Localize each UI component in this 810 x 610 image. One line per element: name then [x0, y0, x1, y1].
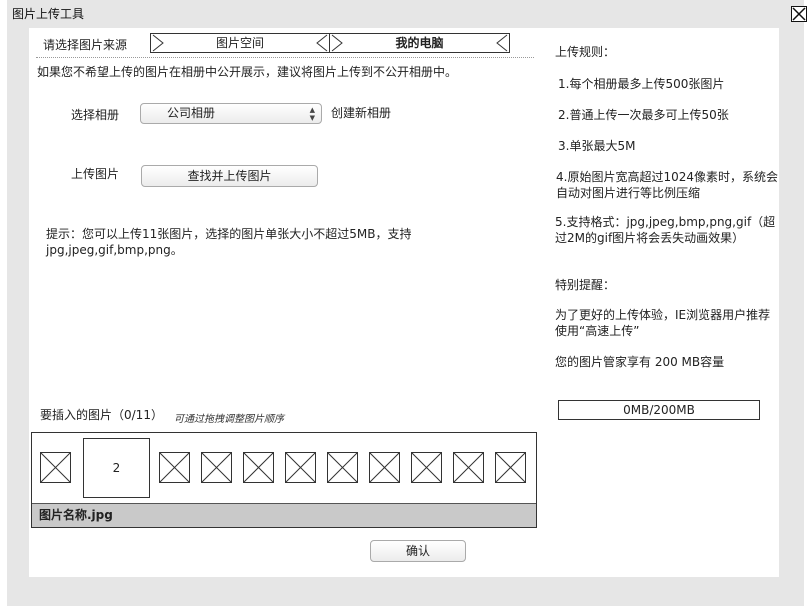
find-upload-button[interactable]: 查找并上传图片 [141, 165, 318, 187]
image-name-bar: 图片名称.jpg [32, 503, 536, 527]
capacity-text: 您的图片管家享有 200 MB容量 [555, 355, 725, 369]
thumbnail-slot[interactable] [495, 452, 526, 483]
thumbnail-slot[interactable] [201, 452, 232, 483]
thumbnail-slot[interactable] [369, 452, 400, 483]
special-reminder-title: 特别提醒： [555, 278, 616, 292]
thumbnail-slot[interactable] [40, 452, 71, 483]
confirm-button[interactable]: 确认 [370, 540, 466, 562]
image-placeholder-icon [370, 453, 399, 482]
image-placeholder-icon [286, 453, 315, 482]
thumbnail-slot[interactable] [327, 452, 358, 483]
create-album-link[interactable]: 创建新相册 [331, 104, 391, 121]
insert-sub-hint: 可通过拖拽调整图片顺序 [174, 414, 284, 425]
tab-image-space[interactable]: 图片空间 [150, 33, 330, 53]
thumbnail-slot[interactable] [411, 452, 442, 483]
image-placeholder-icon [202, 453, 231, 482]
thumbnail-slot[interactable] [285, 452, 316, 483]
upload-hint: 提示：您可以上传11张图片，选择的图片单张大小不超过5MB，支持jpg,jpeg… [46, 227, 412, 257]
rule-item: 2.普通上传一次最多可上传50张 [558, 108, 729, 122]
upload-label: 上传图片 [71, 167, 120, 181]
thumbnail-selected[interactable]: 2 [83, 438, 150, 498]
album-select[interactable]: 公司相册 ▲ ▼ [140, 103, 322, 124]
rule-item: 5.支持格式：jpg,jpeg,bmp,png,gif（超过2M的gif图片将会… [555, 215, 776, 245]
album-label: 选择相册 [71, 108, 120, 122]
thumbnail-slot[interactable] [159, 452, 190, 483]
image-placeholder-icon [412, 453, 441, 482]
source-label: 请选择图片来源 [43, 38, 128, 52]
image-placeholder-icon [41, 453, 70, 482]
album-selected-value: 公司相册 [167, 106, 216, 120]
rule-item: 1.每个相册最多上传500张图片 [558, 77, 725, 91]
special-reminder-text: 为了更好的上传体验，IE浏览器用户推荐使用“高速上传” [555, 308, 771, 338]
image-placeholder-icon [496, 453, 525, 482]
image-placeholder-icon [454, 453, 483, 482]
tab-image-space-label: 图片空间 [215, 36, 264, 50]
updown-arrows-icon: ▲ ▼ [309, 106, 315, 122]
close-icon [792, 7, 806, 21]
rules-title: 上传规则： [555, 45, 616, 59]
rule-item: 3.单张最大5M [558, 139, 636, 153]
divider [36, 57, 534, 58]
rule-item: 4.原始图片宽高超过1024像素时，系统会自动对图片进行等比例压缩 [556, 170, 778, 200]
tab-my-computer[interactable]: 我的电脑 [329, 33, 510, 53]
image-placeholder-icon [160, 453, 189, 482]
thumbnail-slot[interactable] [243, 452, 274, 483]
insert-label: 要插入的图片（0/11） [40, 408, 163, 422]
dialog-title: 图片上传工具 [12, 7, 85, 21]
close-button[interactable] [791, 6, 807, 22]
image-placeholder-icon [328, 453, 357, 482]
image-placeholder-icon [244, 453, 273, 482]
privacy-notice: 如果您不希望上传的图片在相册中公开展示，建议将图片上传到不公开相册中。 [37, 65, 458, 79]
storage-usage: 0MB/200MB [558, 400, 760, 420]
thumbnail-slot[interactable] [453, 452, 484, 483]
tab-my-computer-label: 我的电脑 [395, 36, 444, 50]
